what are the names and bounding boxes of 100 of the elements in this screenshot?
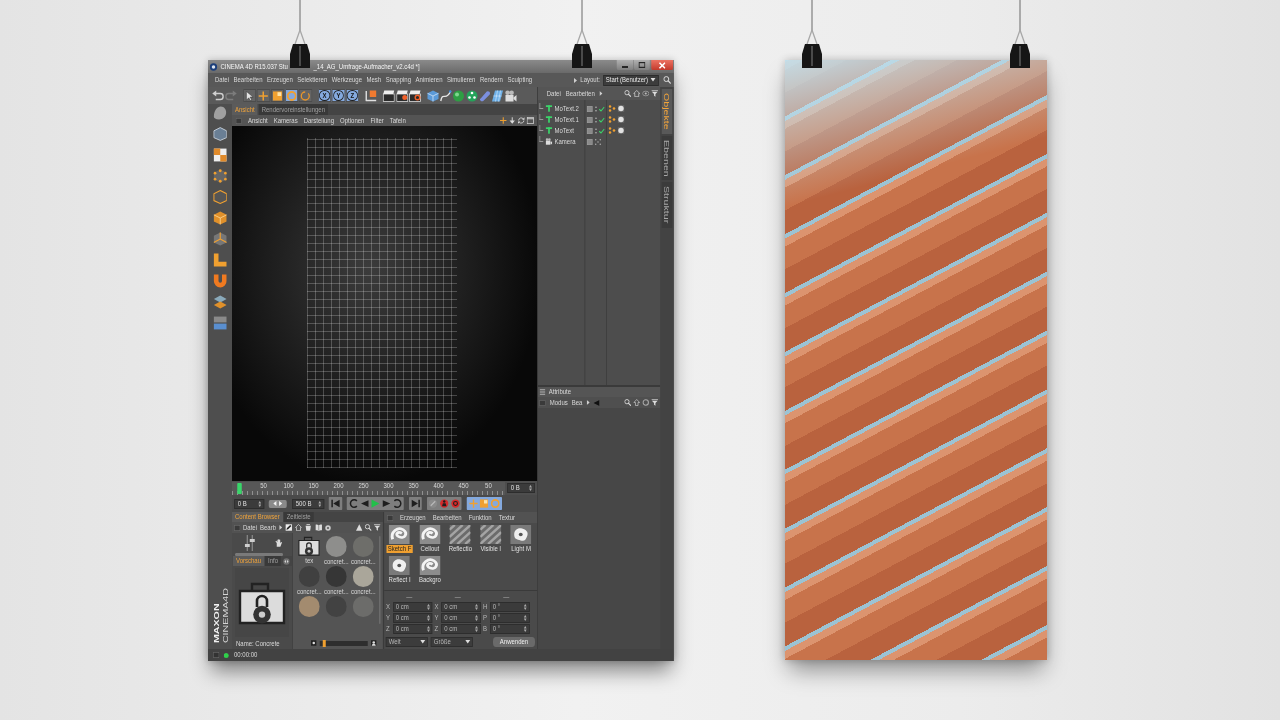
cube-icon[interactable] <box>426 89 439 102</box>
timeline-ruler[interactable]: 50 100 150 200 250 300 350 400 450 50 <box>232 481 505 495</box>
layer-square-icon[interactable] <box>587 105 593 112</box>
magnet-icon[interactable] <box>213 274 227 288</box>
material-label[interactable]: Backgro <box>417 576 442 584</box>
pen-icon[interactable] <box>285 524 292 531</box>
filter-icon[interactable] <box>373 524 381 531</box>
filter-icon[interactable] <box>651 399 658 406</box>
swirl-swatch-icon[interactable] <box>419 525 441 544</box>
cube-edges-icon[interactable] <box>213 190 227 204</box>
clapper-dot-icon[interactable] <box>395 89 408 102</box>
menu-item[interactable]: Simulieren <box>447 76 476 84</box>
axis-toggle[interactable]: Y <box>331 89 345 102</box>
layers-icon[interactable] <box>213 295 227 309</box>
striped-swatch-icon[interactable] <box>449 525 471 544</box>
step-forward-icon[interactable] <box>381 499 391 508</box>
menu-item[interactable]: Bearbeiten <box>432 513 462 522</box>
cube-outline-icon[interactable] <box>213 127 227 141</box>
maximize-button[interactable] <box>634 60 650 70</box>
record-ring-icon[interactable] <box>450 499 460 508</box>
menu-item[interactable]: Bearbeiten <box>565 89 595 98</box>
layer-square-icon[interactable] <box>587 138 593 145</box>
menu-item[interactable]: Modus <box>549 398 568 407</box>
sphere-tag-icon[interactable] <box>617 127 625 134</box>
start-frame-field[interactable]: 0 B <box>234 498 264 509</box>
menu-item[interactable]: Snapping <box>385 76 412 84</box>
material-label[interactable]: Visible l <box>479 545 502 553</box>
menu-item[interactable]: Erzeugen <box>400 513 426 522</box>
floor-grid-icon[interactable] <box>491 89 504 102</box>
menu-item[interactable]: Ansicht <box>248 116 268 125</box>
menu-item[interactable]: Mesh <box>366 76 382 84</box>
menu-item[interactable]: Sculpting <box>507 76 533 84</box>
loop-back-icon[interactable] <box>348 499 358 508</box>
menu-item[interactable]: Kameras <box>273 116 298 125</box>
record-person-icon[interactable] <box>439 499 449 508</box>
menu-item[interactable]: Funktion <box>468 513 492 522</box>
object-name[interactable]: MoText.2 <box>554 104 579 113</box>
tool-button[interactable] <box>256 89 270 102</box>
menu-item[interactable]: Animieren <box>415 76 443 84</box>
sphere-icon[interactable] <box>452 89 465 102</box>
menu-item[interactable]: Optionen <box>340 116 365 125</box>
axis-toggle[interactable]: Z <box>345 89 359 102</box>
end-frame-field[interactable]: 500 B <box>292 498 324 509</box>
side-tab[interactable]: Objekte <box>661 89 673 134</box>
object-name[interactable]: MoText <box>554 126 574 135</box>
sphere-tag-icon[interactable] <box>617 116 625 123</box>
material-sphere-icon[interactable] <box>298 596 320 617</box>
dotted-sphere-icon[interactable] <box>465 89 478 102</box>
tag-dots-icon[interactable] <box>608 105 616 112</box>
donut-icon[interactable] <box>325 524 331 531</box>
range-button[interactable] <box>269 499 287 508</box>
tool-button[interactable] <box>284 89 298 102</box>
home-icon[interactable] <box>633 90 640 97</box>
home-icon[interactable] <box>295 524 302 531</box>
object-name[interactable]: Kamera <box>554 137 576 146</box>
menu-item[interactable]: Datei <box>546 89 561 98</box>
horizontal-scrollbar[interactable] <box>235 553 283 556</box>
layer-square-icon[interactable] <box>587 127 593 134</box>
tag-dots-icon[interactable] <box>608 127 616 134</box>
bin-icon[interactable] <box>305 524 312 531</box>
menu-item[interactable]: Filter <box>370 116 384 125</box>
material-sphere-icon[interactable] <box>352 566 374 587</box>
view-tab[interactable]: Ansicht <box>232 104 258 115</box>
swirl-swatch-icon[interactable] <box>419 556 441 575</box>
book-icon[interactable] <box>315 524 322 531</box>
sculpt-blob-icon[interactable] <box>213 106 227 120</box>
checker-icon[interactable] <box>213 148 227 162</box>
expand-icon[interactable] <box>283 557 290 565</box>
frame-field[interactable]: 0 B <box>507 483 535 493</box>
close-button[interactable] <box>651 60 673 70</box>
cube-points-icon[interactable] <box>213 169 227 183</box>
side-tab[interactable]: Ebenen <box>661 135 673 181</box>
striped-swatch-icon[interactable] <box>480 525 502 544</box>
object-name[interactable]: MoText.1 <box>554 115 579 124</box>
side-tab[interactable]: Struktur <box>661 182 673 228</box>
menu-item[interactable]: Werkzeuge <box>331 76 362 84</box>
tag-dots-icon[interactable] <box>608 116 616 123</box>
zoom-slider-track[interactable] <box>319 640 368 646</box>
material-label[interactable]: Light M <box>510 545 532 553</box>
cube-axis-icon[interactable] <box>213 232 227 246</box>
menu-item[interactable]: Selektieren <box>297 76 328 84</box>
menu-item[interactable]: Bearbeiten <box>233 76 263 84</box>
panel-tab[interactable]: Zeitleiste <box>283 512 314 522</box>
menu-item[interactable]: Tafeln <box>389 116 406 125</box>
tool-button[interactable] <box>298 89 312 102</box>
menu-item[interactable]: Rendern <box>479 76 503 84</box>
small-dot-icon[interactable] <box>310 640 317 646</box>
panel-tab[interactable]: Content Browser <box>232 512 283 522</box>
window-icon[interactable] <box>527 117 534 124</box>
minimize-button[interactable] <box>617 60 633 70</box>
undo-icon[interactable] <box>212 89 224 102</box>
preview-tab[interactable]: Info <box>265 556 281 566</box>
material-label[interactable]: Cellout <box>419 545 441 553</box>
triangle-left-icon[interactable] <box>593 399 600 406</box>
sphere-tag-icon[interactable] <box>617 105 625 112</box>
step-back-icon[interactable] <box>359 499 369 508</box>
tool-button[interactable] <box>243 89 256 102</box>
view-tab[interactable]: Rendervoreinstellungen <box>258 104 329 115</box>
preview-tab[interactable]: Vorschau <box>233 556 264 566</box>
material-label[interactable]: Reflect I <box>387 576 412 584</box>
